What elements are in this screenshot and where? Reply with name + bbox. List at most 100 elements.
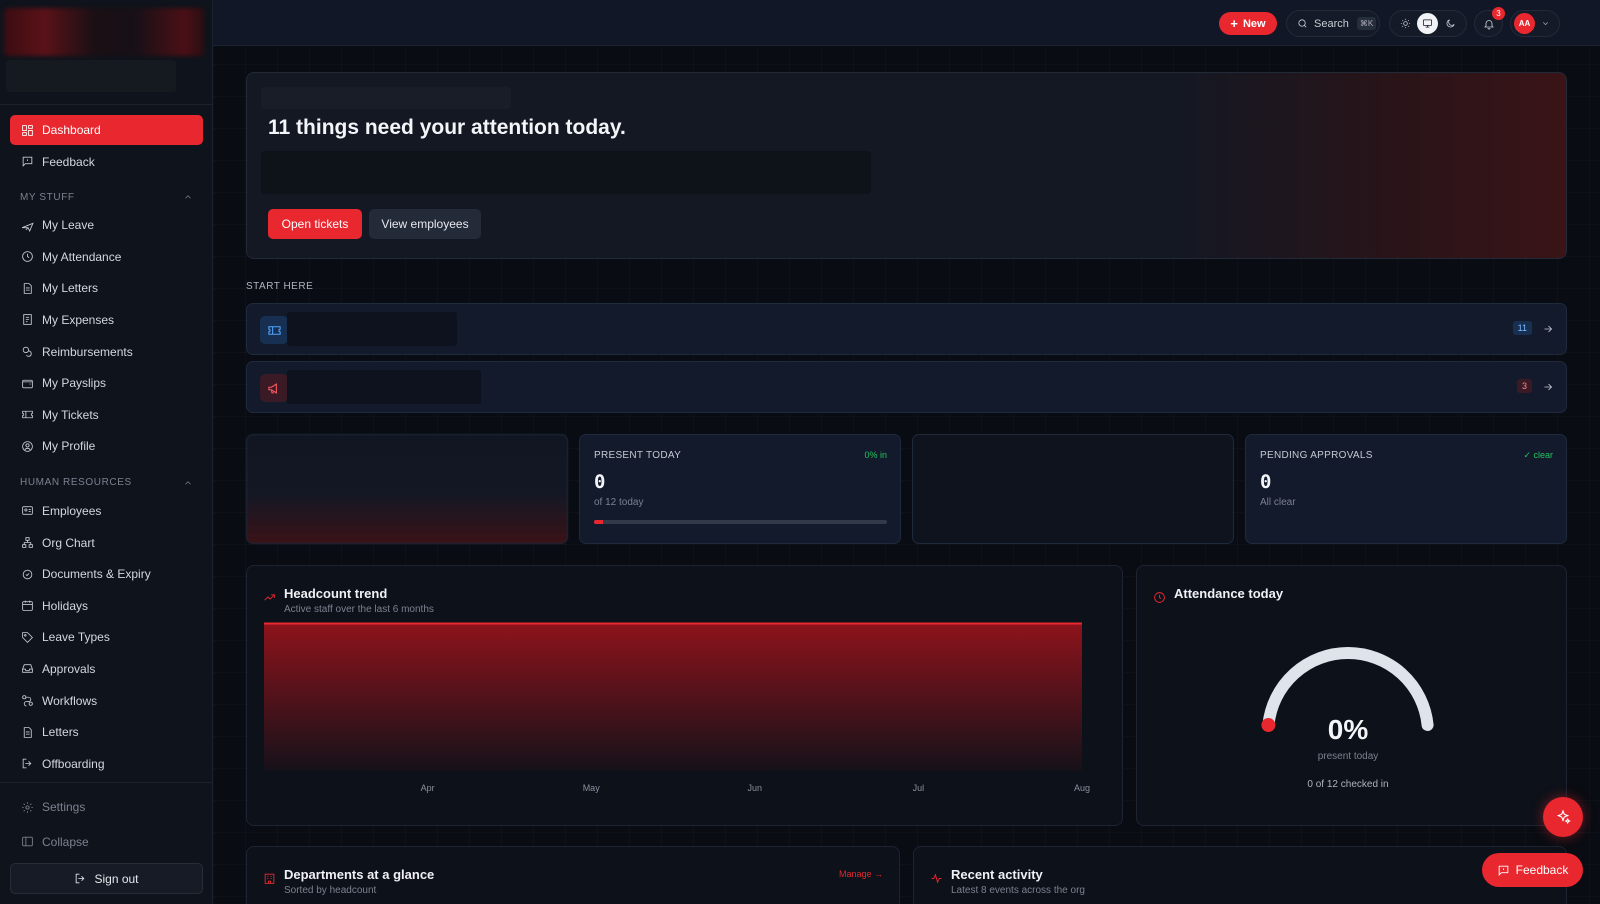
notifications-button[interactable]: 3 bbox=[1474, 7, 1505, 37]
wallet-icon bbox=[20, 376, 34, 390]
system-theme-button[interactable] bbox=[1417, 13, 1439, 34]
document-icon bbox=[20, 725, 34, 739]
sidebar-item-label: Approvals bbox=[42, 661, 96, 676]
sidebar-item-reimbursements[interactable]: Reimbursements bbox=[10, 337, 203, 367]
sidebar: Dashboard Feedback MY STUFF My Leave My … bbox=[0, 0, 213, 904]
progress-fill bbox=[594, 520, 603, 524]
sidebar-item-employees[interactable]: Employees bbox=[10, 496, 203, 526]
sidebar-item-letters[interactable]: Letters bbox=[10, 717, 203, 747]
sidebar-item-my-leave[interactable]: My Leave bbox=[10, 210, 203, 240]
start-row-text-redacted bbox=[287, 370, 481, 404]
search-button[interactable]: Search ⌘K bbox=[1286, 10, 1380, 37]
panel-title: Recent activity bbox=[951, 867, 1043, 882]
sidebar-item-dashboard[interactable]: Dashboard bbox=[10, 115, 203, 145]
user-menu-button[interactable]: AA bbox=[1510, 10, 1560, 37]
stat-card-present-today[interactable]: PRESENT TODAY 0% in 0 of 12 today bbox=[579, 434, 901, 544]
x-tick-label: Jul bbox=[913, 783, 925, 793]
sidebar-item-label: Dashboard bbox=[42, 123, 101, 137]
document-icon bbox=[20, 281, 34, 295]
stat-card-pending-approvals[interactable]: PENDING APPROVALS ✓ clear 0 All clear bbox=[1245, 434, 1567, 544]
sidebar-item-my-letters[interactable]: My Letters bbox=[10, 273, 203, 303]
stat-sub: All clear bbox=[1260, 497, 1296, 508]
logout-icon bbox=[76, 873, 85, 884]
sidebar-item-org-chart[interactable]: Org Chart bbox=[10, 528, 203, 558]
search-shortcut: ⌘K bbox=[1356, 17, 1377, 30]
sidebar-item-offboarding[interactable]: Offboarding bbox=[10, 749, 203, 779]
headcount-chart: Apr May Jun Jul Aug bbox=[264, 622, 1090, 793]
gear-icon bbox=[20, 800, 34, 814]
view-employees-button[interactable]: View employees bbox=[369, 209, 481, 239]
new-button[interactable]: + New bbox=[1219, 12, 1277, 35]
sidebar-item-my-attendance[interactable]: My Attendance bbox=[10, 242, 203, 272]
building-icon bbox=[263, 872, 277, 886]
stat-tag: ✓ clear bbox=[1523, 450, 1553, 460]
moon-icon bbox=[1446, 19, 1455, 28]
sidebar-item-documents-expiry[interactable]: Documents & Expiry bbox=[10, 559, 203, 589]
feedback-icon bbox=[20, 155, 34, 169]
coins-icon bbox=[20, 345, 34, 359]
dark-theme-button[interactable] bbox=[1440, 13, 1461, 34]
x-tick-label: Jun bbox=[748, 783, 763, 793]
app-window: Dashboard Feedback MY STUFF My Leave My … bbox=[0, 0, 1600, 904]
sidebar-item-workflows[interactable]: Workflows bbox=[10, 686, 203, 716]
open-tickets-button[interactable]: Open tickets bbox=[268, 209, 362, 239]
sidebar-item-my-payslips[interactable]: My Payslips bbox=[10, 368, 203, 398]
sidebar-item-my-profile[interactable]: My Profile bbox=[10, 431, 203, 461]
sidebar-item-label: Feedback bbox=[42, 154, 95, 169]
chevron-up-icon bbox=[185, 195, 191, 199]
start-row-announcements[interactable]: 3 bbox=[246, 361, 1567, 413]
attention-hero: 11 things need your attention today. Ope… bbox=[246, 72, 1567, 259]
feedback-floating-button[interactable]: Feedback bbox=[1482, 853, 1583, 887]
sign-out-button[interactable]: Sign out bbox=[10, 863, 203, 894]
panel-title: Departments at a glance bbox=[284, 867, 435, 882]
arrow-right-icon bbox=[1542, 322, 1554, 334]
plane-icon bbox=[20, 218, 34, 232]
ticket-icon bbox=[260, 316, 288, 344]
megaphone-icon bbox=[260, 374, 288, 402]
x-tick-label: Apr bbox=[421, 783, 435, 793]
chevron-down-icon bbox=[1543, 22, 1548, 26]
logout-icon bbox=[20, 757, 34, 771]
sidebar-item-leave-types[interactable]: Leave Types bbox=[10, 622, 203, 652]
stat-tag: 0% in bbox=[864, 450, 887, 460]
clock-icon bbox=[20, 250, 34, 264]
sidebar-item-label: My Letters bbox=[42, 281, 99, 296]
section-human-resources[interactable]: HUMAN RESOURCES bbox=[10, 473, 203, 493]
stat-card-redacted bbox=[246, 434, 568, 544]
x-tick-label: May bbox=[583, 783, 601, 793]
start-row-text-redacted bbox=[287, 312, 457, 346]
greeting-redacted bbox=[261, 87, 511, 109]
sidebar-item-approvals[interactable]: Approvals bbox=[10, 654, 203, 684]
sidebar-item-my-expenses[interactable]: My Expenses bbox=[10, 305, 203, 335]
sidebar-item-label: Workflows bbox=[42, 693, 98, 708]
activity-icon bbox=[930, 872, 944, 886]
sidebar-divider bbox=[0, 104, 212, 105]
tag-icon bbox=[20, 630, 34, 644]
feedback-label: Feedback bbox=[1515, 863, 1569, 877]
attendance-today-panel: Attendance today 0% present today 0 of 1… bbox=[1136, 565, 1567, 826]
panel-subtitle: Latest 8 events across the org bbox=[951, 885, 1085, 896]
manage-link[interactable]: Manage → bbox=[839, 869, 883, 879]
sidebar-item-collapse[interactable]: Collapse bbox=[10, 827, 203, 857]
ai-assistant-button[interactable] bbox=[1543, 797, 1583, 837]
sidebar-item-settings[interactable]: Settings bbox=[10, 792, 203, 822]
gauge-footer: 0 of 12 checked in bbox=[1307, 779, 1389, 790]
main-content: + New Search ⌘K 3 AA 11 things need your… bbox=[213, 0, 1600, 904]
user-circle-icon bbox=[20, 439, 34, 453]
light-theme-button[interactable] bbox=[1395, 13, 1416, 34]
stat-card-redacted bbox=[912, 434, 1234, 544]
sidebar-item-holidays[interactable]: Holidays bbox=[10, 591, 203, 621]
stat-sub: of 12 today bbox=[594, 497, 644, 508]
section-my-stuff[interactable]: MY STUFF bbox=[10, 187, 203, 207]
sparkles-icon bbox=[1556, 809, 1571, 825]
panel-subtitle: Sorted by headcount bbox=[284, 885, 377, 896]
hero-description-redacted bbox=[261, 151, 871, 194]
badge-icon bbox=[20, 567, 34, 581]
sidebar-item-feedback[interactable]: Feedback bbox=[10, 147, 203, 177]
sidebar-item-label: Letters bbox=[42, 725, 79, 740]
hero-title: 11 things need your attention today. bbox=[268, 116, 626, 139]
notification-badge: 3 bbox=[1492, 7, 1505, 20]
sidebar-item-label: Offboarding bbox=[42, 756, 105, 771]
sidebar-item-my-tickets[interactable]: My Tickets bbox=[10, 400, 203, 430]
start-row-tickets[interactable]: 11 bbox=[246, 303, 1567, 355]
